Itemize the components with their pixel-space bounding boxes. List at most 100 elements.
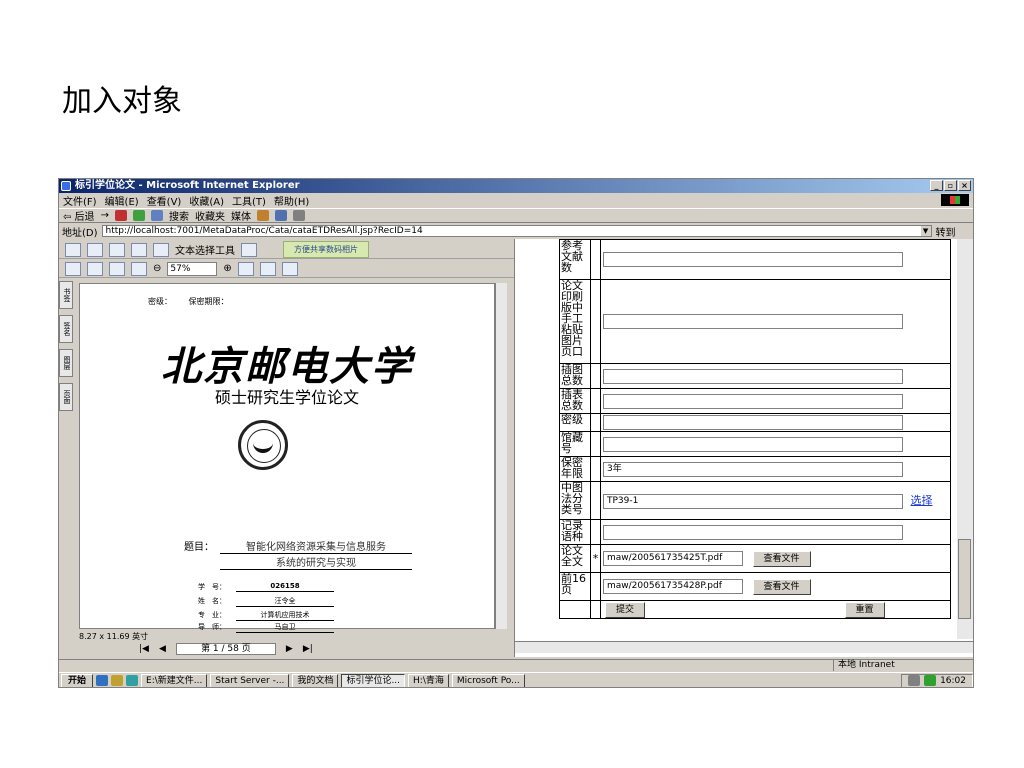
mail-icon[interactable] (274, 210, 287, 221)
task-powerpoint[interactable]: Microsoft Po... (451, 673, 525, 687)
refresh-icon[interactable] (132, 210, 145, 221)
volume-icon[interactable] (908, 675, 921, 686)
page-number-field[interactable]: 第 1 / 58 页 (175, 642, 276, 655)
task-my-documents[interactable]: 我的文档 (292, 673, 339, 687)
mail-quicklaunch-icon[interactable] (111, 675, 124, 686)
close-button[interactable]: × (958, 180, 971, 191)
menu-help[interactable]: 帮助(H) (274, 193, 309, 208)
pdf-scrollbar[interactable] (495, 283, 507, 629)
first-page-icon[interactable]: |◀ (139, 644, 149, 654)
text-select-tool[interactable]: 文本选择工具 (175, 242, 235, 257)
search-button[interactable]: 搜索 (169, 208, 189, 223)
windows-logo-icon (941, 194, 969, 206)
menu-tools[interactable]: 工具(T) (232, 193, 266, 208)
metadata-form: 参考文献数 论文印刷版中手工粘贴图片页口 插图总数 插表总数 密级 馆藏号 保密… (515, 239, 973, 657)
hand-tool-icon[interactable] (153, 242, 169, 257)
address-input[interactable]: http://localhost:7001/MetaDataProc/Cata/… (101, 225, 932, 237)
page-size: 8.27 x 11.69 英寸 (79, 631, 149, 641)
last-page-icon[interactable]: ▶| (303, 644, 313, 654)
form-hscrollbar[interactable] (515, 641, 973, 653)
print-icon[interactable] (292, 210, 305, 221)
figure-count-input[interactable] (603, 368, 903, 384)
scroll-thumb[interactable] (958, 539, 971, 619)
zoom-input[interactable]: 57% (167, 261, 218, 276)
view-file-button[interactable]: 查看文件 (752, 578, 811, 595)
field-label: 记录语种 (559, 519, 591, 545)
favorites-button[interactable]: 收藏夹 (195, 208, 225, 223)
form-scrollbar[interactable] (957, 239, 973, 639)
field-label: 前16页 (559, 572, 591, 601)
language-input[interactable] (603, 524, 903, 540)
save-icon[interactable] (65, 242, 81, 257)
start-button[interactable]: 开始 (61, 673, 94, 687)
required-marker (590, 456, 601, 482)
info-value: 026158 (236, 582, 334, 592)
manual-pages-input[interactable] (603, 314, 903, 329)
task-qinghai[interactable]: H:\青海 (408, 673, 449, 687)
fit-width-icon[interactable] (131, 261, 147, 276)
history-icon[interactable] (256, 210, 269, 221)
media-button[interactable]: 媒体 (231, 208, 251, 223)
table-count-input[interactable] (603, 393, 903, 409)
go-button[interactable]: 转到 (936, 224, 956, 239)
desktop-quicklaunch-icon[interactable] (126, 675, 139, 686)
rotate-left-icon[interactable] (237, 261, 254, 276)
metadata-table: 参考文献数 论文印刷版中手工粘贴图片页口 插图总数 插表总数 密级 馆藏号 保密… (559, 239, 951, 619)
minimize-button[interactable]: _ (930, 180, 943, 191)
call-number-input[interactable] (603, 436, 903, 452)
view-file-button[interactable]: 查看文件 (752, 550, 811, 567)
window-titlebar: 标引学位论文 - Microsoft Internet Explorer _ ▫… (59, 179, 973, 193)
submit-button[interactable]: 提交 (605, 601, 646, 618)
classification-input[interactable]: TP39-1 (603, 493, 903, 509)
fit-page-icon[interactable] (109, 261, 125, 276)
ie-quicklaunch-icon[interactable] (96, 675, 109, 686)
table-row: 馆藏号 (559, 431, 951, 457)
tab-bookmarks[interactable]: 书签 (59, 281, 73, 309)
print-icon[interactable] (87, 242, 103, 257)
required-marker (590, 600, 601, 619)
table-row: 论文印刷版中手工粘贴图片页口 (559, 279, 951, 364)
secret-label: 密级： (148, 297, 172, 306)
task-folder-new[interactable]: E:\新建文件... (141, 673, 208, 687)
select-link[interactable]: 选择 (911, 494, 933, 507)
dropdown-arrow-icon[interactable]: ▼ (920, 226, 931, 236)
menu-favorites[interactable]: 收藏(A) (189, 193, 224, 208)
field-label: 馆藏号 (559, 431, 591, 457)
zoom-out-icon[interactable]: ⊖ (153, 263, 161, 274)
rotate-right-icon[interactable] (259, 261, 276, 276)
reset-button[interactable]: 重置 (844, 601, 885, 618)
home-icon[interactable] (150, 210, 163, 221)
find-icon[interactable] (131, 242, 147, 257)
network-icon[interactable] (924, 675, 937, 686)
actual-size-icon[interactable] (87, 261, 103, 276)
secret-level-input[interactable] (603, 415, 903, 430)
zoom-in-icon[interactable] (65, 261, 81, 276)
tab-pages[interactable]: 页面 (59, 383, 73, 411)
fulltext-file-field[interactable]: maw/200561735425T.pdf (603, 551, 743, 566)
snapshot-icon[interactable] (241, 242, 257, 257)
secret-years-input[interactable]: 3年 (603, 461, 903, 477)
next-page-icon[interactable]: ▶ (286, 644, 293, 654)
promo-banner[interactable]: 方便共享数码相片 (283, 241, 369, 258)
menu-view[interactable]: 查看(V) (147, 193, 182, 208)
email-icon[interactable] (109, 242, 125, 257)
forward-button[interactable]: → (101, 210, 109, 221)
back-button[interactable]: ⇦ 后退 (63, 208, 95, 223)
zoom-plus-icon[interactable]: ⊕ (223, 263, 231, 274)
ie-icon (61, 181, 71, 191)
field-label: 参考文献数 (559, 239, 591, 280)
tab-signatures[interactable]: 签名 (59, 315, 73, 343)
prev-page-icon[interactable]: ◀ (159, 644, 166, 654)
reflow-icon[interactable] (281, 261, 298, 276)
ref-count-input[interactable] (603, 252, 903, 267)
browser-toolbar: ⇦ 后退 → 搜索 收藏夹 媒体 (59, 208, 973, 223)
stop-icon[interactable] (114, 210, 127, 221)
menu-file[interactable]: 文件(F) (63, 193, 97, 208)
first16-file-field[interactable]: maw/200561735428P.pdf (603, 579, 743, 594)
task-start-server[interactable]: Start Server -... (210, 673, 290, 687)
maximize-button[interactable]: ▫ (944, 180, 957, 191)
menu-edit[interactable]: 编辑(E) (105, 193, 139, 208)
required-marker (590, 388, 601, 414)
task-ie-thesis[interactable]: 标引学位论... (341, 673, 406, 687)
tab-layers[interactable]: 图层 (59, 349, 73, 377)
